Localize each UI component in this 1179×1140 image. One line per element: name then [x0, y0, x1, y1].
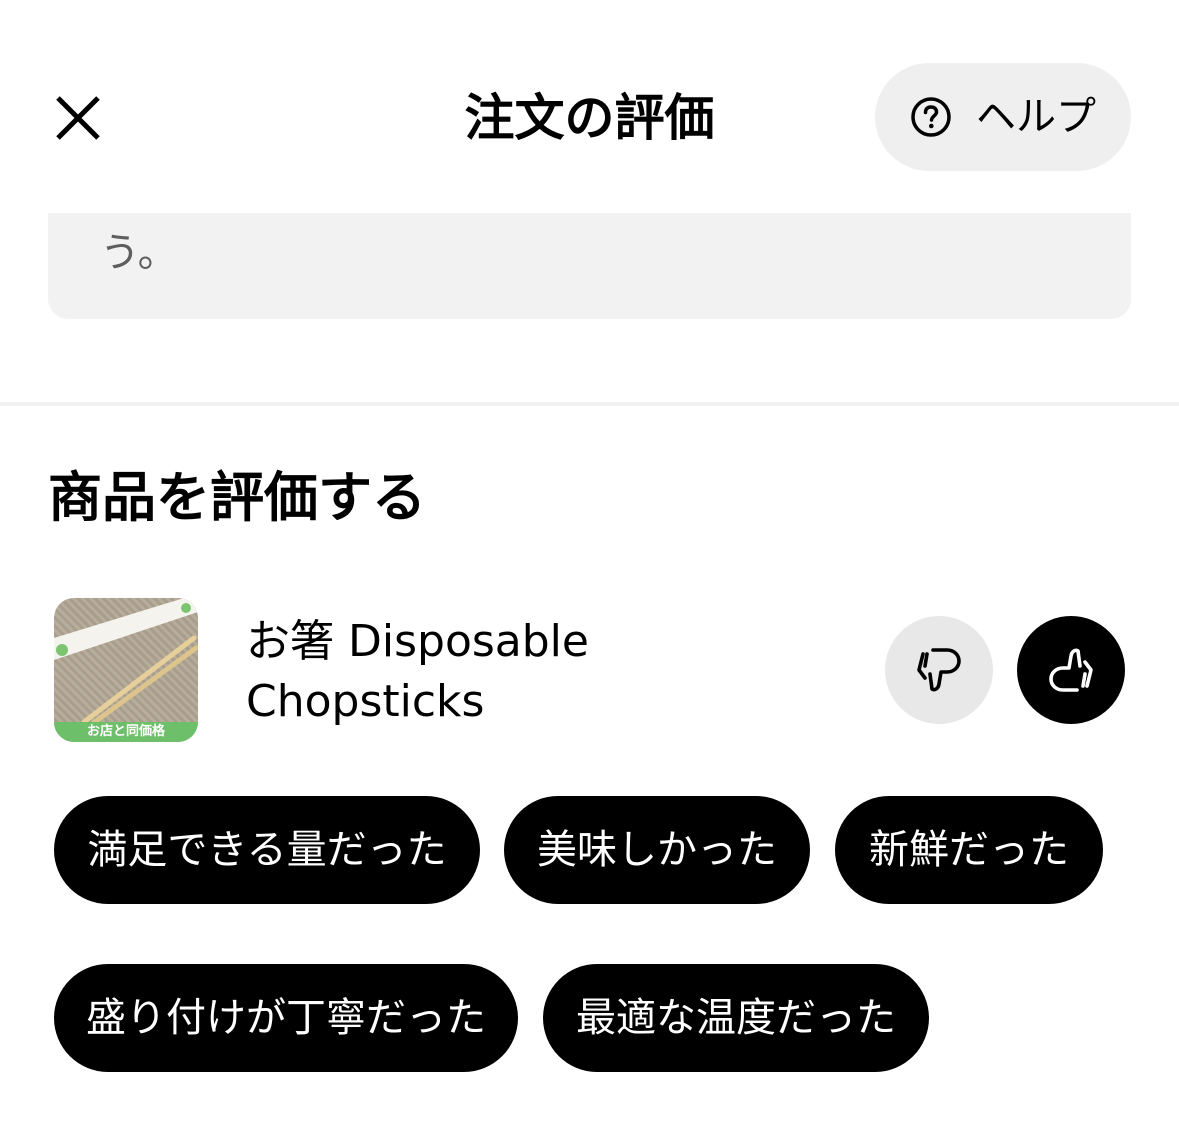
tag-chip[interactable]: 盛り付けが丁寧だった — [54, 964, 518, 1072]
section-title: 商品を評価する — [48, 466, 426, 529]
help-label: ヘルプ — [976, 94, 1096, 140]
thumbs-up-button[interactable] — [1017, 616, 1125, 724]
thumbs-up-icon — [1049, 648, 1093, 692]
rate-order-page: 注文の評価 ヘルプ う。 商品を評価する お店と同価格 お箸 Disposabl… — [0, 0, 1179, 1140]
item-name: お箸 Disposable Chopsticks — [246, 616, 589, 727]
help-button[interactable]: ヘルプ — [875, 63, 1131, 171]
thumbnail-label: お店と同価格 — [54, 722, 198, 742]
tag-chip[interactable]: 美味しかった — [504, 796, 810, 904]
comment-text: う。 — [100, 230, 178, 276]
comment-field[interactable]: う。 — [48, 213, 1131, 319]
tag-chip[interactable]: 新鮮だった — [835, 796, 1103, 904]
item-thumbnail: お店と同価格 — [54, 598, 198, 742]
thumbs-down-icon — [917, 648, 961, 692]
thumbs-down-button[interactable] — [885, 616, 993, 724]
tag-chip[interactable]: 最適な温度だった — [543, 964, 929, 1072]
tag-chip[interactable]: 満足できる量だった — [54, 796, 480, 904]
section-divider — [0, 402, 1179, 406]
chopsticks-image — [54, 598, 198, 727]
question-circle-icon — [911, 97, 951, 137]
